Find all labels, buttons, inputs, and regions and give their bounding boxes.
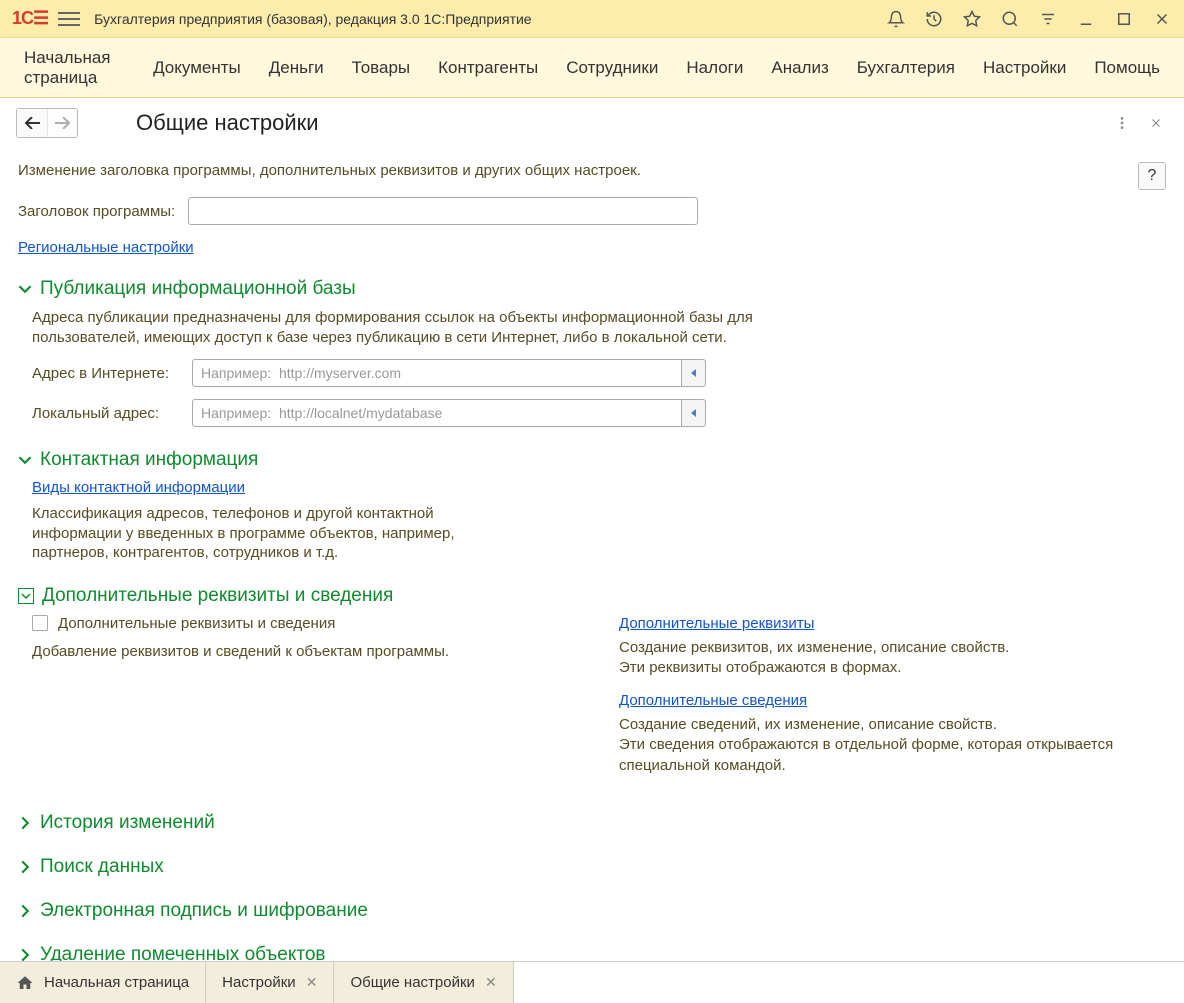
tab-general-label: Общие настройки [350,974,475,991]
chevron-down-icon [18,282,32,296]
content-body: Изменение заголовка программы, дополните… [0,148,1184,961]
menu-item-money[interactable]: Деньги [269,58,324,78]
program-title-input[interactable] [188,197,698,225]
tab-settings-label: Настройки [222,974,296,991]
main-menu: Начальная страница Документы Деньги Това… [0,38,1184,98]
local-address-goto-button[interactable] [682,399,706,427]
section-deletion-title: Удаление помеченных объектов [40,944,326,961]
contact-types-link[interactable]: Виды контактной информации [32,479,245,496]
section-deletion-header[interactable]: Удаление помеченных объектов [18,944,1166,961]
filter-icon[interactable] [1038,9,1058,29]
menu-item-home[interactable]: Начальная страница [24,48,125,88]
bottom-tabs: Начальная страница Настройки ✕ Общие нас… [0,961,1184,1003]
close-window-icon[interactable] [1152,9,1172,29]
section-history-title: История изменений [40,812,215,834]
chevron-right-icon [18,904,32,918]
internet-address-goto-button[interactable] [682,359,706,387]
more-icon[interactable] [1110,111,1134,135]
tab-home-label: Начальная страница [44,974,189,991]
section-search: Поиск данных [18,856,1166,878]
chevron-right-icon [18,816,32,830]
additional-info-link[interactable]: Дополнительные сведения [619,692,807,709]
star-icon[interactable] [962,9,982,29]
menu-icon[interactable] [58,8,80,30]
additional-info-desc: Создание сведений, их изменение, описани… [619,715,1166,776]
internet-address-label: Адрес в Интернете: [32,365,192,382]
tab-settings-close[interactable]: ✕ [306,974,318,991]
section-search-title: Поиск данных [40,856,164,878]
search-icon[interactable] [1000,9,1020,29]
help-button[interactable]: ? [1138,162,1166,190]
menu-item-counterparties[interactable]: Контрагенты [438,58,538,78]
tab-general-settings[interactable]: Общие настройки ✕ [334,962,513,1003]
history-icon[interactable] [924,9,944,29]
section-search-header[interactable]: Поиск данных [18,856,1166,878]
additional-left-desc: Добавление реквизитов и сведений к объек… [32,642,579,662]
section-signature: Электронная подпись и шифрование [18,900,1166,922]
section-signature-title: Электронная подпись и шифрование [40,900,368,922]
tab-settings[interactable]: Настройки ✕ [206,962,334,1003]
section-additional-header[interactable]: Дополнительные реквизиты и сведения [18,585,1166,607]
tab-home[interactable]: Начальная страница [0,962,206,1003]
local-address-label: Локальный адрес: [32,405,192,422]
additional-checkbox-label: Дополнительные реквизиты и сведения [58,615,335,632]
regional-settings-link[interactable]: Региональные настройки [18,239,194,256]
nav-buttons [16,108,78,138]
menu-item-analysis[interactable]: Анализ [771,58,828,78]
menu-item-settings[interactable]: Настройки [983,58,1066,78]
menu-item-help[interactable]: Помощь [1094,58,1160,78]
section-history: История изменений [18,812,1166,834]
section-additional: Дополнительные реквизиты и сведения Допо… [18,585,1166,790]
close-icon[interactable] [1144,111,1168,135]
section-publication-header[interactable]: Публикация информационной базы [18,278,1166,300]
section-additional-title: Дополнительные реквизиты и сведения [42,585,393,607]
minimize-icon[interactable] [1076,9,1096,29]
menu-item-documents[interactable]: Документы [153,58,241,78]
section-contact: Контактная информация Виды контактной ин… [18,449,1166,563]
chevron-right-icon [18,860,32,874]
section-deletion: Удаление помеченных объектов [18,944,1166,961]
chevron-down-icon [18,453,32,467]
forward-button [47,109,77,137]
section-publication-title: Публикация информационной базы [40,278,356,300]
section-contact-title: Контактная информация [40,449,258,471]
section-signature-header[interactable]: Электронная подпись и шифрование [18,900,1166,922]
additional-req-link[interactable]: Дополнительные реквизиты [619,615,814,632]
additional-req-desc: Создание реквизитов, их изменение, описа… [619,638,1166,679]
bell-icon[interactable] [886,9,906,29]
app-title: Бухгалтерия предприятия (базовая), редак… [94,11,886,27]
program-title-label: Заголовок программы: [18,203,188,220]
logo-1c: 1C☰ [12,8,48,29]
additional-checkbox[interactable] [32,615,48,631]
menu-item-employees[interactable]: Сотрудники [566,58,658,78]
maximize-icon[interactable] [1114,9,1134,29]
menu-item-taxes[interactable]: Налоги [686,58,743,78]
back-button[interactable] [17,109,47,137]
chevron-down-box-icon [18,588,34,604]
chevron-right-icon [18,948,32,961]
internet-address-input[interactable] [192,359,682,387]
titlebar: 1C☰ Бухгалтерия предприятия (базовая), р… [0,0,1184,38]
section-history-header[interactable]: История изменений [18,812,1166,834]
menu-item-accounting[interactable]: Бухгалтерия [857,58,955,78]
contact-desc: Классификация адресов, телефонов и друго… [32,504,472,563]
menu-item-goods[interactable]: Товары [352,58,410,78]
content-header: Общие настройки [0,98,1184,148]
section-contact-header[interactable]: Контактная информация [18,449,1166,471]
local-address-input[interactable] [192,399,682,427]
page-title: Общие настройки [136,110,319,136]
publication-desc: Адреса публикации предназначены для форм… [32,308,792,347]
page-description: Изменение заголовка программы, дополните… [18,162,1138,179]
section-publication: Публикация информационной базы Адреса пу… [18,278,1166,427]
home-icon [16,974,34,992]
tab-general-close[interactable]: ✕ [485,974,497,991]
